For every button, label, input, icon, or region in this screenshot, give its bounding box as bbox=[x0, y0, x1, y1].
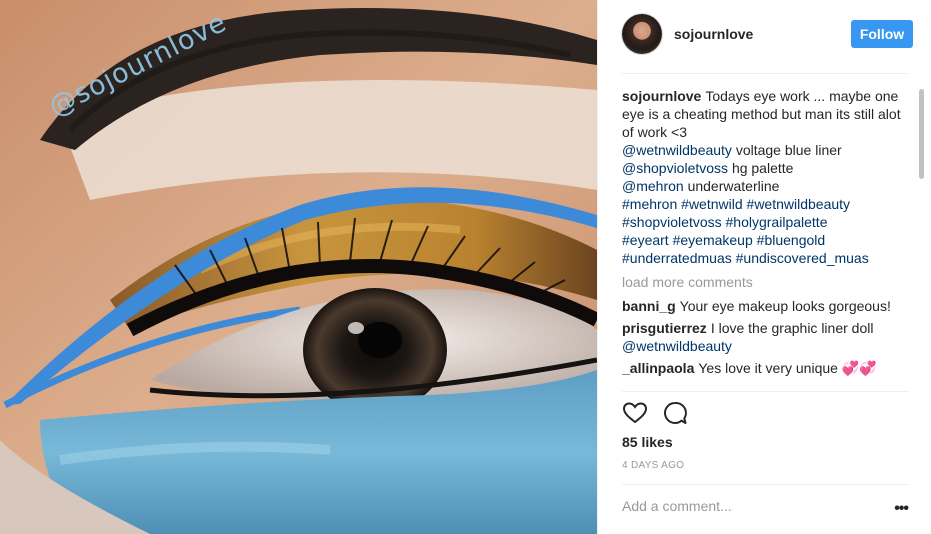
heart-outline-icon[interactable] bbox=[622, 400, 648, 426]
author-username[interactable]: sojournlove bbox=[674, 26, 753, 42]
mention-link[interactable]: @wetnwildbeauty bbox=[622, 142, 732, 158]
comment-username[interactable]: banni_g bbox=[622, 298, 676, 314]
comment-item: prisgutierrez I love the graphic liner do… bbox=[622, 319, 912, 355]
comment-text: I love the graphic liner doll bbox=[710, 320, 874, 336]
header-divider bbox=[622, 73, 909, 74]
post-header: sojournlove Follow bbox=[622, 14, 913, 56]
more-options-icon[interactable]: ••• bbox=[894, 500, 909, 518]
comments-list[interactable]: sojournlove Todays eye work ... maybe one… bbox=[622, 87, 912, 390]
credit-text: hg palette bbox=[731, 160, 794, 176]
post-timestamp[interactable]: 4 DAYS AGO bbox=[622, 460, 684, 471]
credit-line: @shopvioletvoss hg palette bbox=[622, 159, 912, 177]
instagram-post: @sojournlove sojournlove Follow sojournl… bbox=[0, 0, 931, 534]
credit-line: @wetnwildbeauty voltage blue liner bbox=[622, 141, 912, 159]
hashtag-line: #shopvioletvoss #holygrailpalette bbox=[622, 213, 912, 231]
hashtag-link[interactable]: #undiscovered_muas bbox=[736, 250, 869, 266]
comment-item: _allinpaola Yes love it very unique 💞💞 bbox=[622, 359, 912, 377]
hashtag-line: #eyeart #eyemakeup #bluengold bbox=[622, 231, 912, 249]
action-bar bbox=[622, 400, 702, 428]
hashtag-link[interactable]: #eyemakeup bbox=[673, 232, 753, 248]
mention-link[interactable]: @shopvioletvoss bbox=[622, 160, 728, 176]
comment-text: Yes love it very unique 💞💞 bbox=[698, 360, 877, 376]
hashtag-link[interactable]: #holygrailpalette bbox=[726, 214, 828, 230]
post-details-panel: sojournlove Follow sojournlove Todays eye… bbox=[597, 0, 931, 534]
hashtag-line: #mehron #wetnwild #wetnwildbeauty bbox=[622, 195, 912, 213]
comment-bubble-icon[interactable] bbox=[662, 400, 688, 426]
comment-username[interactable]: _allinpaola bbox=[622, 360, 694, 376]
hashtag-line: #underratedmuas #undiscovered_muas bbox=[622, 249, 912, 267]
post-photo[interactable]: @sojournlove bbox=[0, 0, 597, 534]
mention-link[interactable]: @wetnwildbeauty bbox=[622, 337, 912, 355]
hashtag-link[interactable]: #underratedmuas bbox=[622, 250, 732, 266]
comments-scrollbar[interactable] bbox=[918, 87, 924, 390]
follow-button[interactable]: Follow bbox=[851, 20, 913, 48]
comment-box-divider bbox=[622, 484, 909, 485]
comment-item: banni_g Your eye makeup looks gorgeous! bbox=[622, 297, 912, 315]
avatar[interactable] bbox=[622, 14, 662, 54]
likes-count[interactable]: 85 likes bbox=[622, 434, 673, 450]
load-more-comments-link[interactable]: load more comments bbox=[622, 273, 912, 291]
hashtag-link[interactable]: #wetnwild bbox=[681, 196, 742, 212]
hashtag-link[interactable]: #mehron bbox=[622, 196, 677, 212]
hashtag-link[interactable]: #wetnwildbeauty bbox=[747, 196, 851, 212]
add-comment-input[interactable]: Add a comment... bbox=[622, 498, 732, 514]
credit-text: underwaterline bbox=[687, 178, 780, 194]
caption-username[interactable]: sojournlove bbox=[622, 88, 701, 104]
comment-username[interactable]: prisgutierrez bbox=[622, 320, 707, 336]
credit-line: @mehron underwaterline bbox=[622, 177, 912, 195]
actions-divider bbox=[622, 391, 909, 392]
hashtag-link[interactable]: #eyeart bbox=[622, 232, 669, 248]
comment-text: Your eye makeup looks gorgeous! bbox=[679, 298, 891, 314]
hashtag-link[interactable]: #bluengold bbox=[757, 232, 826, 248]
credit-text: voltage blue liner bbox=[735, 142, 842, 158]
caption: sojournlove Todays eye work ... maybe one… bbox=[622, 87, 912, 267]
mention-link[interactable]: @mehron bbox=[622, 178, 684, 194]
hashtag-link[interactable]: #shopvioletvoss bbox=[622, 214, 722, 230]
scrollbar-thumb[interactable] bbox=[919, 89, 924, 179]
